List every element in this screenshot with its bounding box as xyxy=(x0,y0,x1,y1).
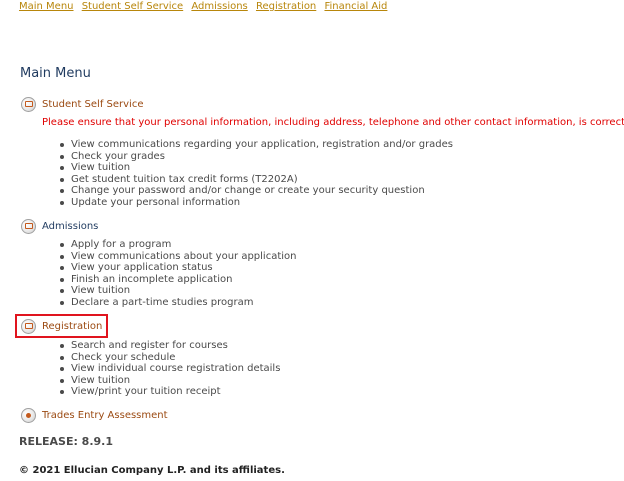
nav-link-main-menu[interactable]: Main Menu xyxy=(19,1,74,12)
nav-link-admissions[interactable]: Admissions xyxy=(191,1,247,12)
list-item: Check your schedule xyxy=(57,352,280,364)
list-item: Change your password and/or change or cr… xyxy=(57,185,453,197)
menu-bullet-icon xyxy=(21,218,36,234)
nav-link-student-self-service[interactable]: Student Self Service xyxy=(82,1,183,12)
list-item: Declare a part-time studies program xyxy=(57,297,297,309)
list-item: View individual course registration deta… xyxy=(57,363,280,375)
student-self-service-link[interactable]: Student Self Service xyxy=(42,99,143,110)
menu-bullet-icon xyxy=(21,318,36,334)
list-item: View/print your tuition receipt xyxy=(57,386,280,398)
admissions-list: Apply for a program View communications … xyxy=(57,239,297,309)
list-item: Apply for a program xyxy=(57,239,297,251)
page-title: Main Menu xyxy=(20,66,91,81)
admissions-link[interactable]: Admissions xyxy=(42,221,98,232)
top-navigation: Main Menu Student Self Service Admission… xyxy=(19,1,392,12)
personal-info-notice: Please ensure that your personal informa… xyxy=(42,117,624,128)
list-item: Check your grades xyxy=(57,151,453,163)
list-item: Finish an incomplete application xyxy=(57,274,297,286)
menu-bullet-icon xyxy=(21,407,36,423)
student-self-service-list: View communications regarding your appli… xyxy=(57,139,453,209)
copyright-text: © 2021 Ellucian Company L.P. and its aff… xyxy=(19,465,285,476)
registration-link[interactable]: Registration xyxy=(42,321,102,332)
menu-bullet-icon xyxy=(21,96,36,112)
list-item: View tuition xyxy=(57,162,453,174)
list-item: View tuition xyxy=(57,375,280,387)
list-item: Update your personal information xyxy=(57,197,453,209)
nav-link-registration[interactable]: Registration xyxy=(256,1,316,12)
list-item: Get student tuition tax credit forms (T2… xyxy=(57,174,453,186)
list-item: Search and register for courses xyxy=(57,340,280,352)
trades-entry-assessment-link[interactable]: Trades Entry Assessment xyxy=(42,410,168,421)
release-version: RELEASE: 8.9.1 xyxy=(19,435,114,448)
section-registration[interactable]: Registration xyxy=(21,318,102,334)
list-item: View tuition xyxy=(57,285,297,297)
nav-link-financial-aid[interactable]: Financial Aid xyxy=(324,1,387,12)
section-student-self-service[interactable]: Student Self Service xyxy=(21,96,143,112)
list-item: View communications regarding your appli… xyxy=(57,139,453,151)
section-admissions[interactable]: Admissions xyxy=(21,218,98,234)
list-item: View communications about your applicati… xyxy=(57,251,297,263)
section-trades-entry-assessment[interactable]: Trades Entry Assessment xyxy=(21,407,168,423)
registration-list: Search and register for courses Check yo… xyxy=(57,340,280,398)
list-item: View your application status xyxy=(57,262,297,274)
